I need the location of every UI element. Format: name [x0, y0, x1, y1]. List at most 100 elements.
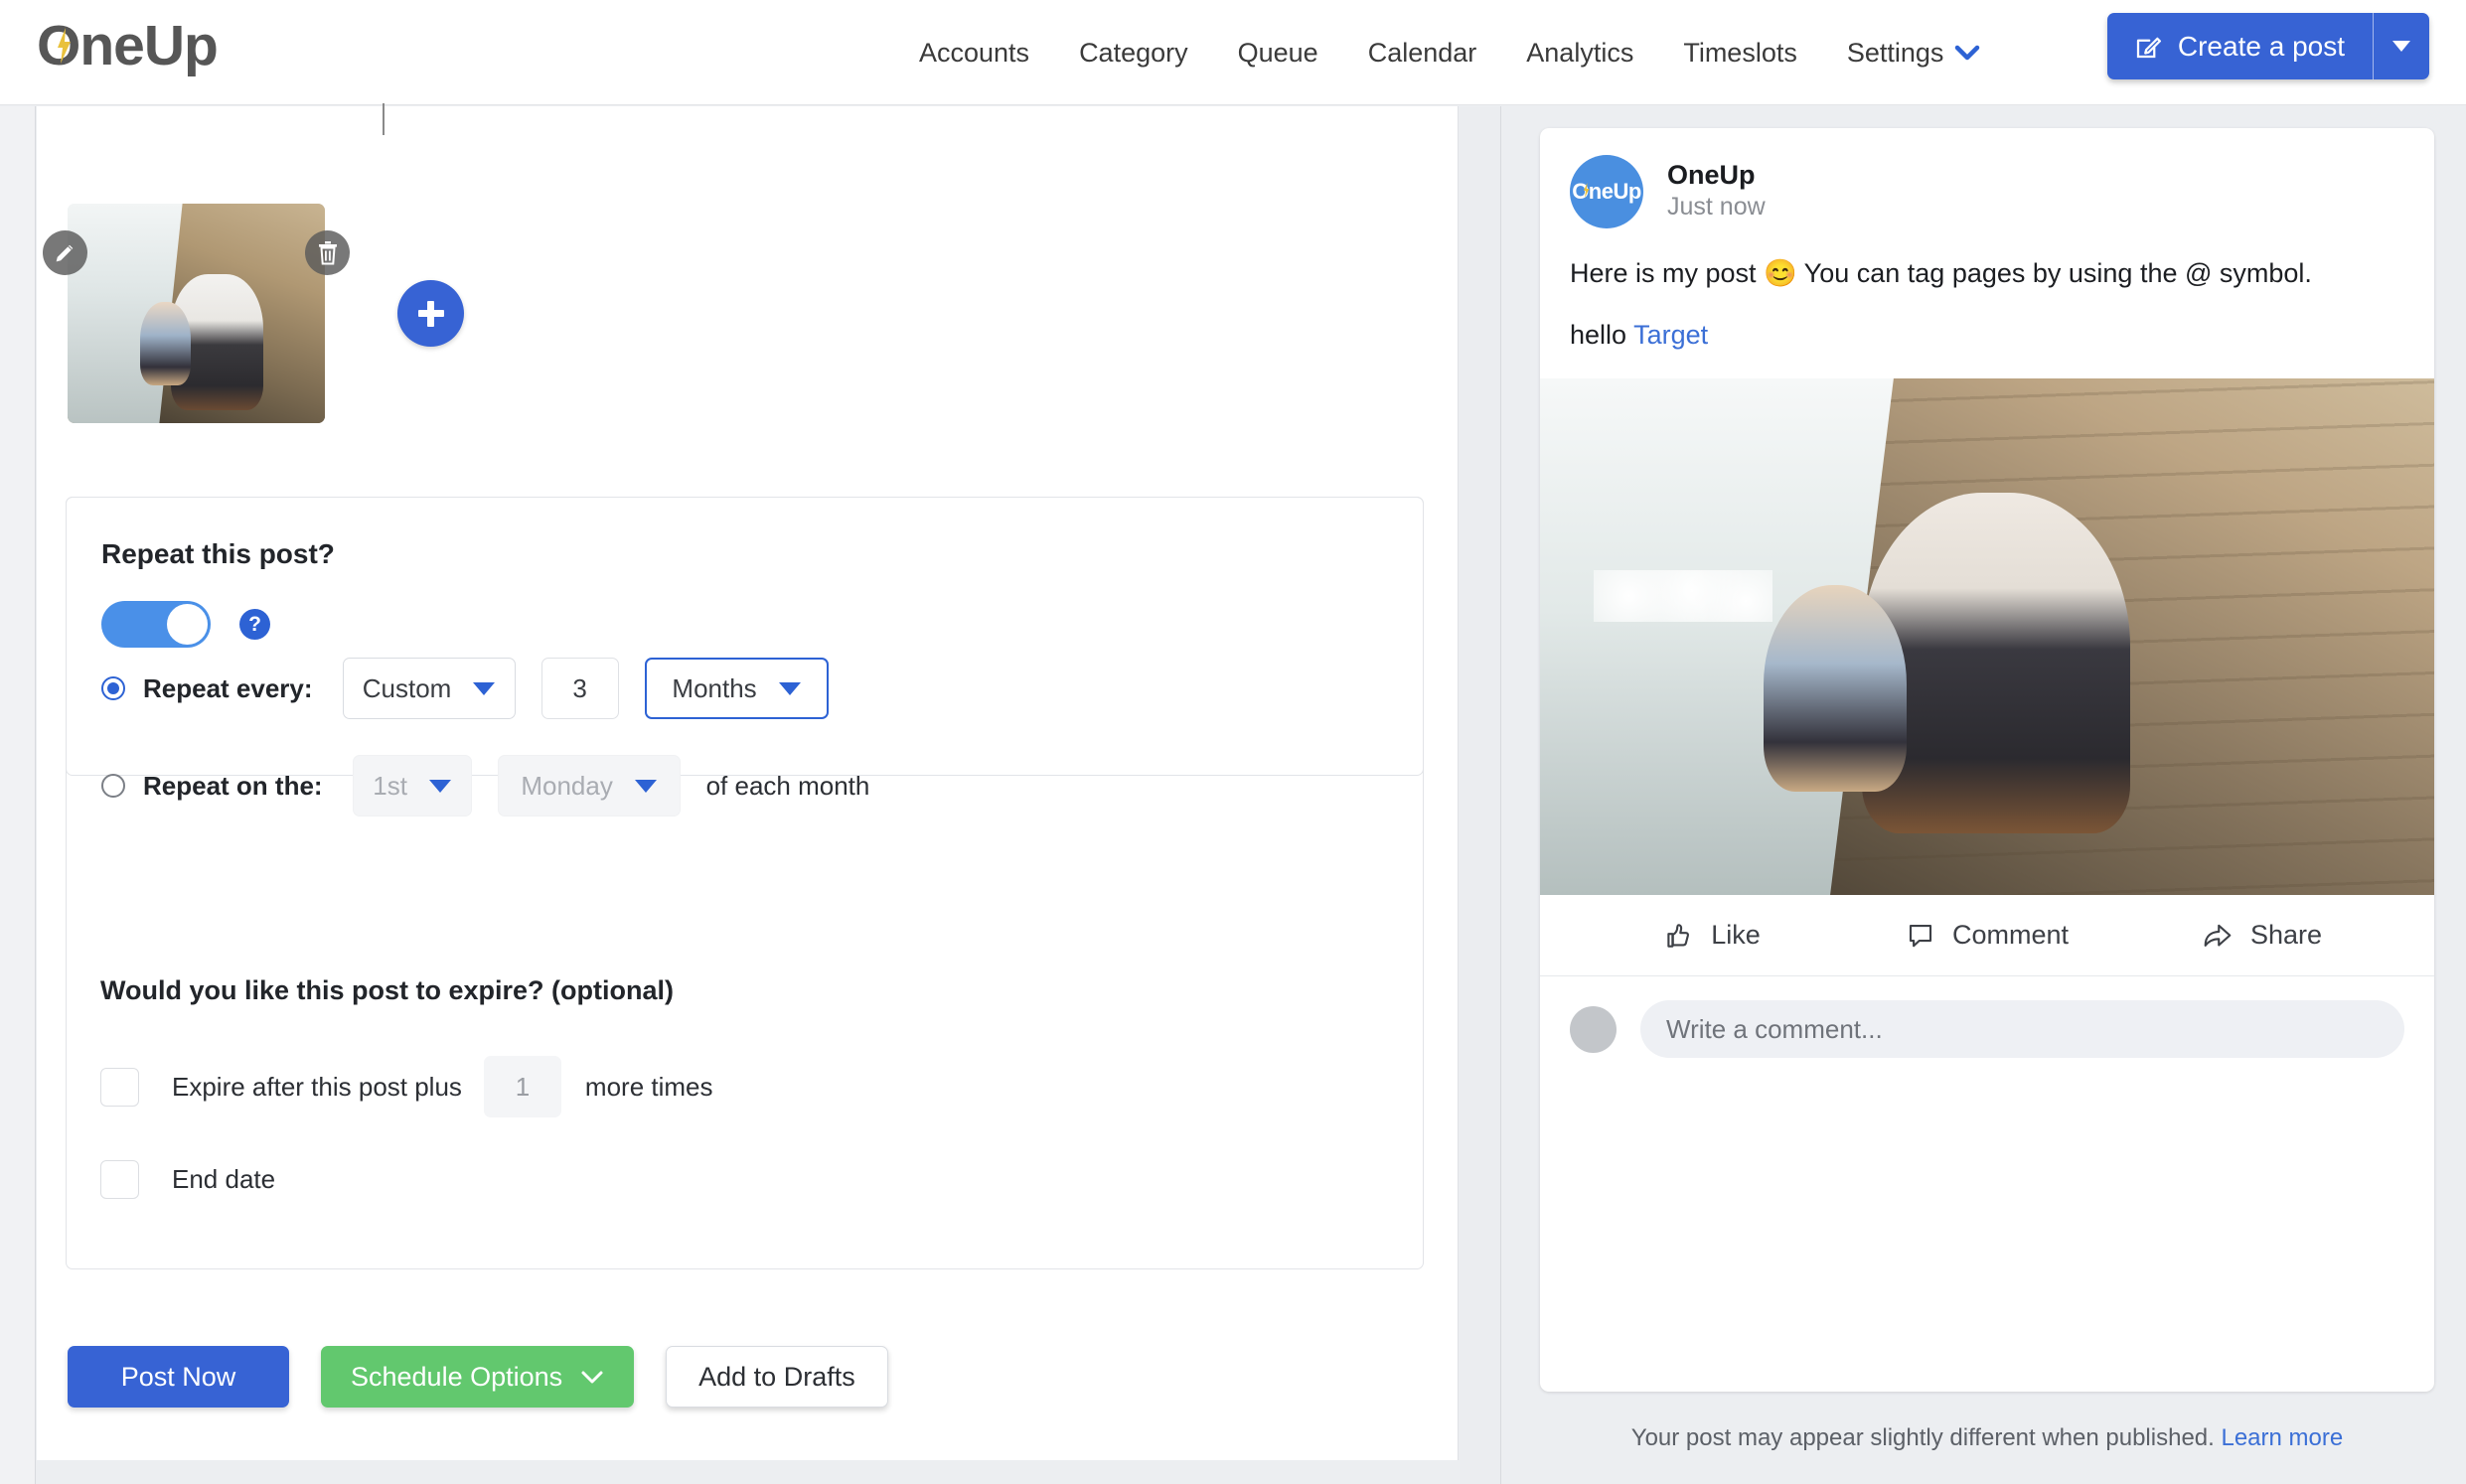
preview-header: OneUp OneUp Just now [1540, 128, 2434, 228]
caret-down-icon [778, 681, 801, 695]
nav-item-settings[interactable]: Settings [1822, 38, 2006, 69]
preview-photo [1540, 378, 2434, 896]
preview-body-line-2-text: hello [1570, 320, 1634, 351]
expire-section: Would you like this post to expire? (opt… [100, 975, 713, 1199]
repeat-on-the-suffix: of each month [705, 770, 870, 801]
edit-image-button[interactable] [43, 230, 87, 275]
repeat-interval-value: 3 [572, 672, 587, 703]
nav-item-analytics-label: Analytics [1526, 37, 1634, 68]
nav-item-calendar[interactable]: Calendar [1343, 38, 1502, 69]
preview-footnote-text: Your post may appear slightly different … [1630, 1424, 2222, 1451]
nav-links: Accounts Category Queue Calendar Analyti… [894, 0, 2005, 105]
preview-body: Here is my post 😊 You can tag pages by u… [1540, 228, 2434, 351]
repeat-every-radio[interactable] [101, 676, 125, 700]
preview-share-label: Share [2249, 920, 2323, 951]
repeat-ordinal-value: 1st [373, 770, 407, 801]
repeat-on-the-row: Repeat on the: 1st Monday of each month [101, 755, 869, 816]
compose-pencil-icon [2136, 37, 2161, 58]
delete-image-button[interactable] [305, 230, 350, 275]
expire-after-label-after: more times [584, 1071, 713, 1102]
trash-icon [318, 240, 337, 264]
caret-down-icon [428, 779, 451, 793]
expire-after-label-before: Expire after this post plus [172, 1071, 462, 1102]
repeat-every-label: Repeat every: [143, 672, 313, 703]
preview-commenter-avatar [1570, 1005, 1617, 1053]
caret-down-icon [634, 779, 657, 793]
nav-item-calendar-label: Calendar [1367, 37, 1477, 68]
end-date-checkbox[interactable] [100, 1160, 139, 1199]
preview-mention-link[interactable]: Target [1633, 320, 1708, 350]
nav-item-accounts[interactable]: Accounts [894, 38, 1054, 69]
repeat-post-card: Repeat this post? ? Repeat every: Custom… [66, 497, 1424, 816]
preview-body-line-1: Here is my post 😊 You can tag pages by u… [1570, 258, 2312, 288]
repeat-every-row: Repeat every: Custom 3 Months [101, 658, 829, 719]
expire-after-count-value: 1 [515, 1071, 531, 1102]
preview-action-bar: Like Comment Share [1540, 895, 2434, 977]
left-rail [0, 106, 36, 1484]
create-post-caret-button[interactable] [2374, 13, 2429, 79]
expire-after-count-input[interactable]: 1 [483, 1056, 561, 1117]
expire-after-checkbox[interactable] [100, 1067, 139, 1107]
thumbs-up-icon [1667, 923, 1690, 948]
repeat-unit-select[interactable]: Months [644, 658, 829, 719]
repeat-ordinal-select[interactable]: 1st [352, 755, 472, 816]
repeat-interval-input[interactable]: 3 [540, 658, 619, 719]
end-date-row: End date [100, 1160, 713, 1199]
repeat-toggle-knob [167, 604, 208, 645]
media-thumbnail[interactable] [43, 204, 350, 423]
nav-item-queue[interactable]: Queue [1213, 38, 1343, 69]
expire-after-row: Expire after this post plus 1 more times [100, 1056, 713, 1117]
nav-item-category[interactable]: Category [1054, 38, 1213, 69]
preview-comment-label: Comment [1951, 920, 2070, 951]
repeat-card-title: Repeat this post? [101, 538, 335, 569]
preview-photo-child-figure [1764, 585, 1907, 793]
preview-comment-row: Write a comment... [1540, 976, 2434, 1059]
schedule-options-button[interactable]: Schedule Options [321, 1346, 635, 1408]
media-thumbnail-image [68, 204, 325, 423]
nav-item-queue-label: Queue [1237, 37, 1318, 68]
add-media-button[interactable] [397, 280, 464, 347]
app-logo[interactable]: OneUp [37, 18, 219, 74]
preview-share-button[interactable]: Share [2129, 920, 2394, 951]
create-post-button[interactable]: Create a post [2107, 13, 2374, 79]
preview-account-name: OneUp [1667, 160, 1756, 191]
preview-like-button[interactable]: Like [1580, 920, 1845, 951]
repeat-unit-value: Months [672, 672, 757, 703]
media-attachments-row [43, 204, 464, 423]
lightning-bolt-icon [1584, 183, 1590, 198]
add-to-drafts-button[interactable]: Add to Drafts [666, 1346, 888, 1408]
nav-item-timeslots-label: Timeslots [1683, 37, 1797, 68]
composer-text-caret [383, 103, 385, 135]
post-now-button[interactable]: Post Now [68, 1346, 289, 1408]
top-navigation-bar: OneUp Accounts Category Queue Calendar A… [0, 0, 2466, 105]
editor-action-buttons: Post Now Schedule Options Add to Drafts [68, 1346, 888, 1408]
repeat-weekday-value: Monday [521, 770, 613, 801]
repeat-help-icon[interactable]: ? [239, 609, 270, 640]
pencil-icon [56, 244, 74, 262]
preview-comment-input[interactable]: Write a comment... [1640, 1000, 2404, 1059]
preview-comment-placeholder: Write a comment... [1666, 1013, 1883, 1044]
caret-down-icon [473, 681, 496, 695]
chevron-down-icon [1955, 45, 1980, 60]
nav-item-timeslots[interactable]: Timeslots [1658, 38, 1822, 69]
add-to-drafts-label: Add to Drafts [698, 1361, 855, 1392]
repeat-on-the-radio[interactable] [101, 774, 125, 798]
post-now-label: Post Now [120, 1361, 236, 1392]
avatar: OneUp [1570, 155, 1643, 228]
post-preview-card: OneUp OneUp Just now Here is my post 😊 Y… [1540, 128, 2434, 1392]
create-post-button-group[interactable]: Create a post [2106, 13, 2429, 79]
preview-learn-more-link[interactable]: Learn more [2221, 1424, 2343, 1451]
repeat-on-the-label: Repeat on the: [143, 770, 323, 801]
preview-body-line-2: hello Target [1570, 320, 2404, 351]
repeat-weekday-select[interactable]: Monday [497, 755, 681, 816]
repeat-toggle[interactable] [101, 601, 211, 648]
nav-item-accounts-label: Accounts [919, 37, 1030, 68]
nav-item-category-label: Category [1079, 37, 1188, 68]
share-arrow-icon [2204, 924, 2232, 947]
preview-comment-button[interactable]: Comment [1845, 920, 2129, 951]
lightning-bolt-icon [58, 28, 71, 64]
repeat-frequency-select[interactable]: Custom [342, 658, 516, 719]
nav-item-analytics[interactable]: Analytics [1501, 38, 1658, 69]
nav-item-settings-label: Settings [1846, 37, 1944, 68]
end-date-label: End date [172, 1164, 276, 1194]
